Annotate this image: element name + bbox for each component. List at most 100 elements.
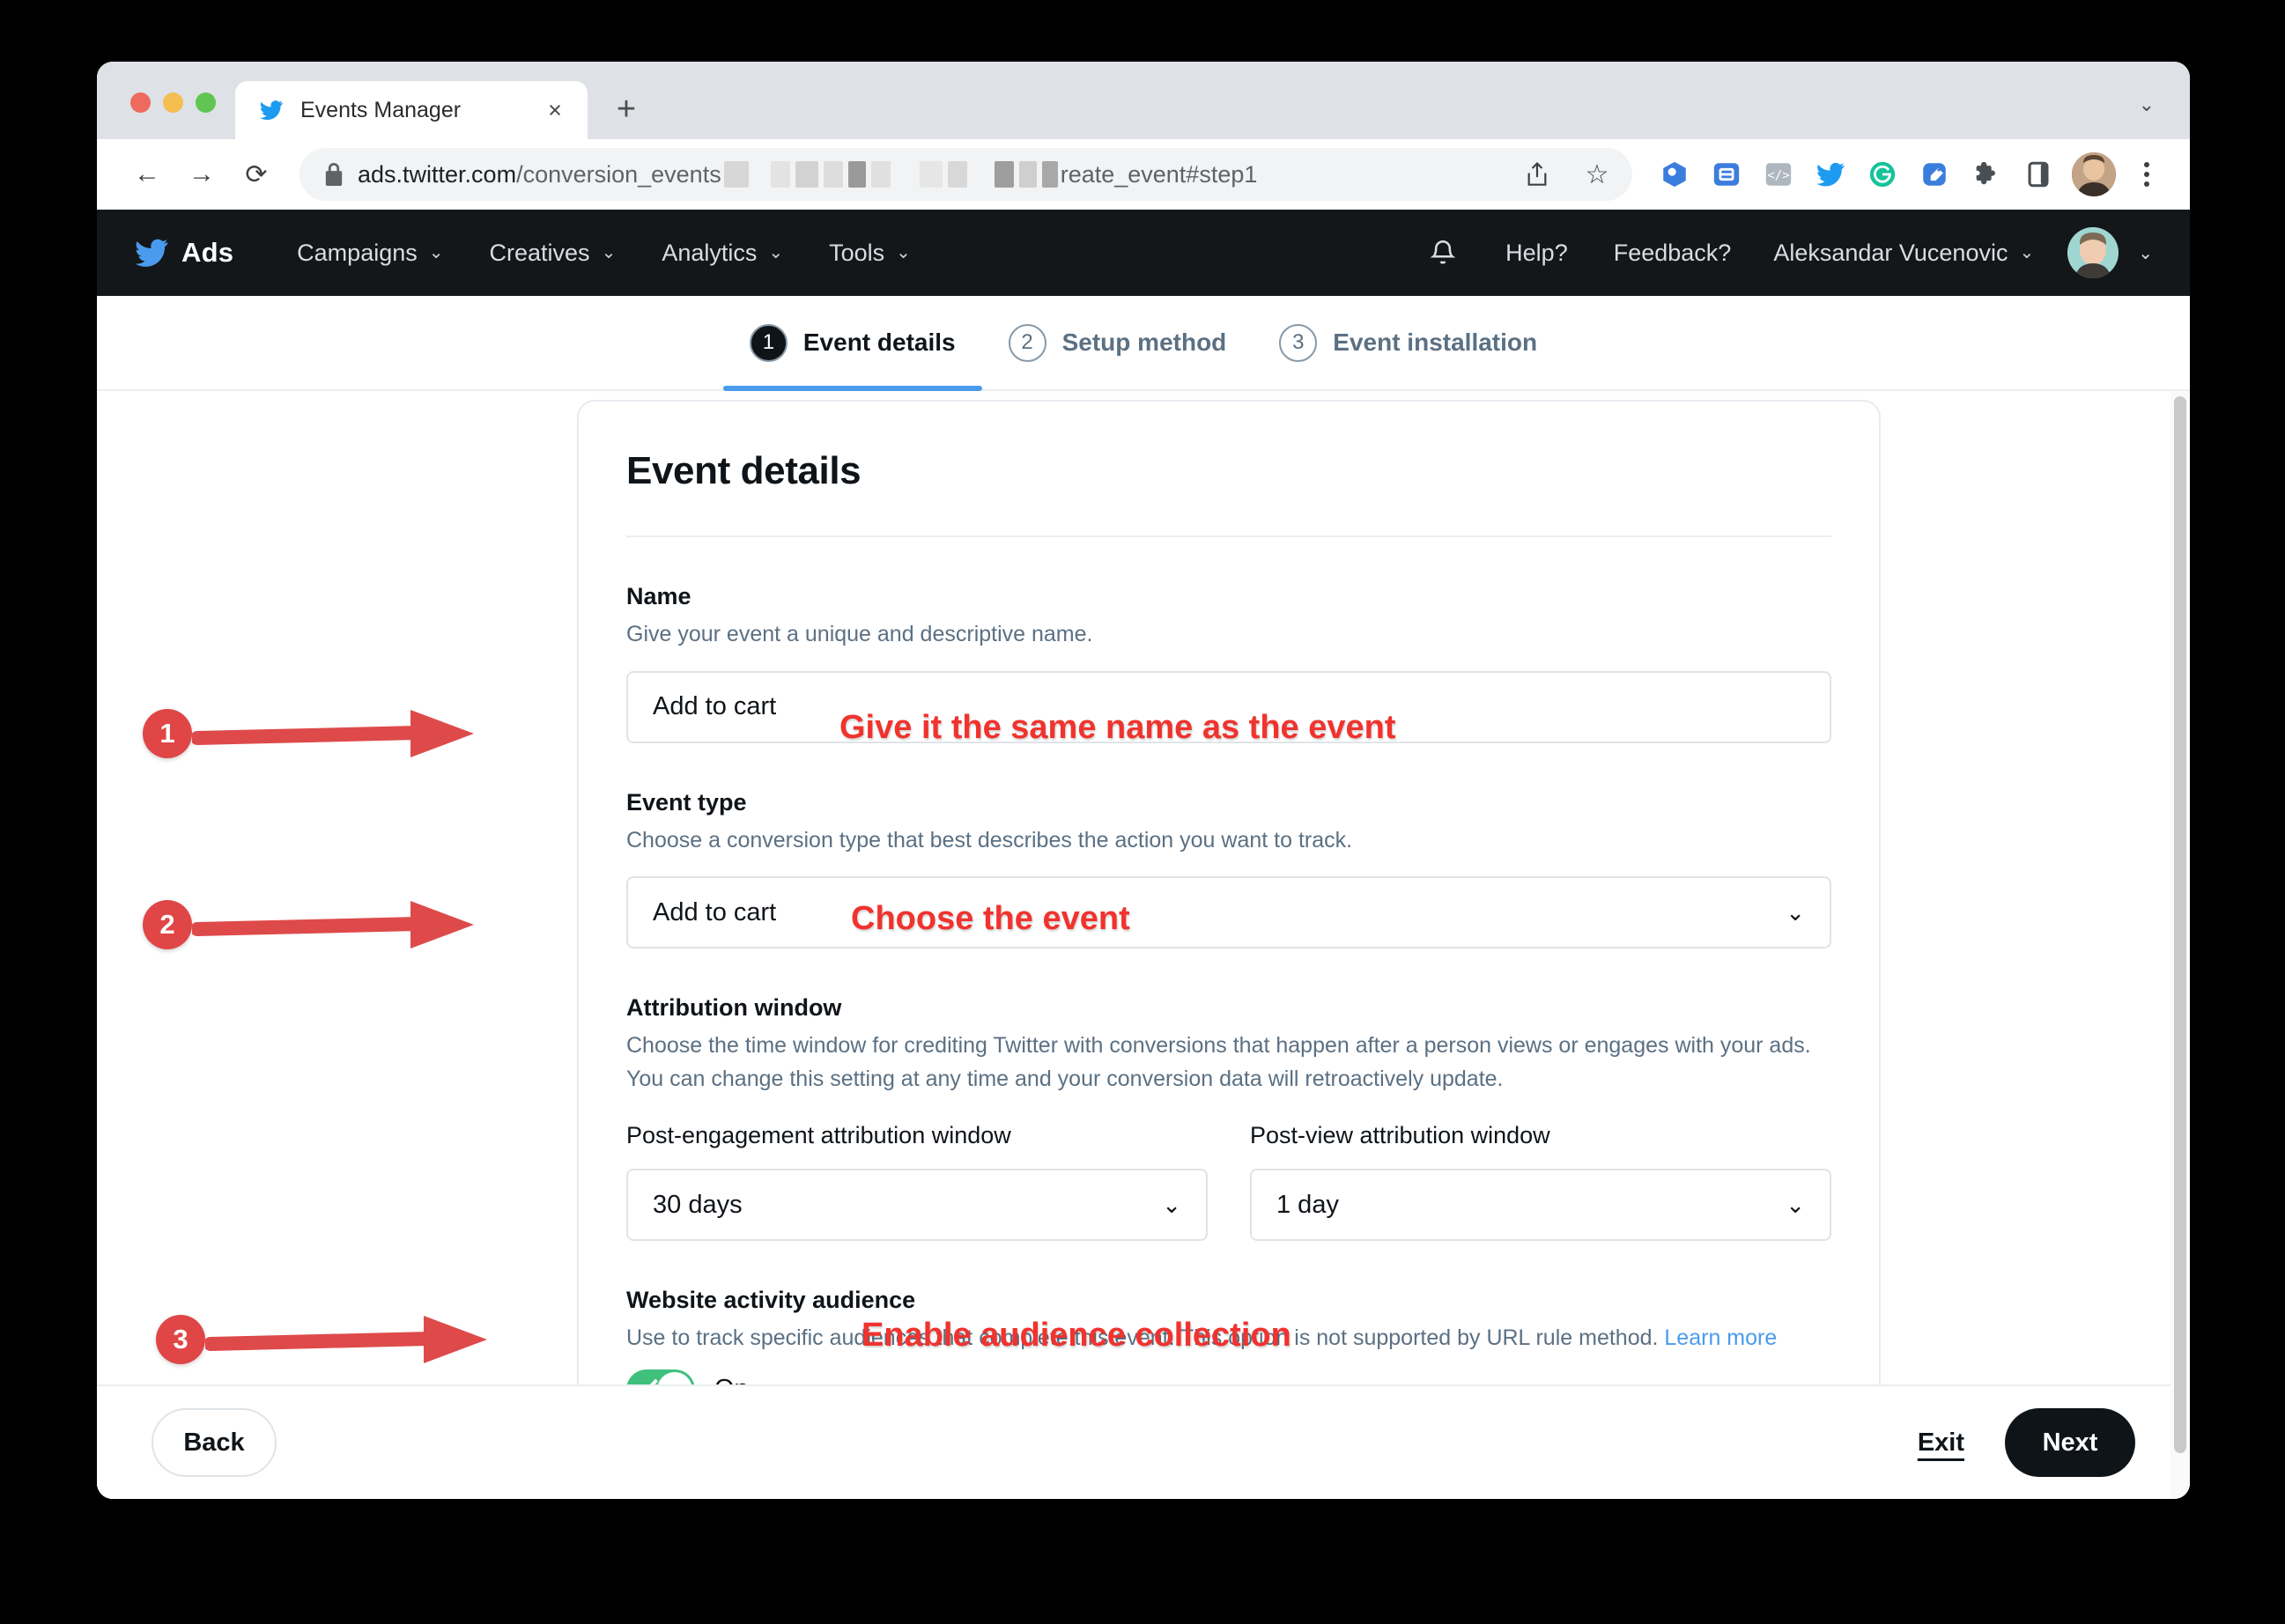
chevron-down-icon: ⌄ <box>601 243 617 262</box>
redacted-url-segment <box>1018 161 1037 188</box>
reload-button[interactable]: ⟳ <box>231 149 282 200</box>
audience-help-text: Use to track specific audiences that com… <box>626 1322 1831 1355</box>
post-view-value: 1 day <box>1276 1190 1339 1219</box>
chevron-down-icon: ⌄ <box>428 243 444 262</box>
nav-item-campaigns-label: Campaigns <box>297 239 418 266</box>
divider <box>626 535 1831 537</box>
post-engagement-select[interactable]: 30 days ⌄ <box>626 1169 1208 1241</box>
next-button[interactable]: Next <box>2005 1408 2135 1477</box>
lock-icon <box>324 163 344 186</box>
attribution-help-text: Choose the time window for crediting Twi… <box>626 1033 1811 1091</box>
extensions-area: </> <box>1652 151 2061 197</box>
redacted-url-segment <box>919 161 943 188</box>
nav-item-analytics-label: Analytics <box>662 239 758 266</box>
puzzle-extensions-icon[interactable] <box>1963 151 2009 197</box>
event-type-select[interactable]: Add to cart ⌄ <box>626 876 1831 949</box>
name-input[interactable]: Add to cart <box>626 670 1831 743</box>
twitter-bird-icon <box>258 97 285 123</box>
kebab-menu-icon[interactable] <box>2126 151 2167 198</box>
close-window-button[interactable] <box>130 92 151 113</box>
browser-profile-avatar[interactable] <box>2072 152 2116 196</box>
step-label-event-installation: Event installation <box>1333 328 1538 356</box>
name-input-value: Add to cart <box>653 692 777 720</box>
tab-title: Events Manager <box>300 97 462 122</box>
ads-logo[interactable]: Ads <box>134 235 233 270</box>
url-path-last: reate_event#step1 <box>1060 160 1258 188</box>
content-area: Event details Name Give your event a uni… <box>97 391 2190 1499</box>
field-attribution-window: Attribution window Choose the time windo… <box>626 994 1831 1241</box>
grammarly-icon[interactable] <box>1860 151 1905 197</box>
ads-brand-label: Ads <box>181 237 234 268</box>
avatar-chevron-down-icon[interactable]: ⌄ <box>2138 242 2153 264</box>
browser-tab-strip: Events Manager × + ⌄ <box>97 62 2190 139</box>
feedback-link[interactable]: Feedback? <box>1591 231 1755 276</box>
event-type-help-text: Choose a conversion type that best descr… <box>626 827 1353 853</box>
redacted-url-segment <box>770 161 790 188</box>
post-view-col: Post-view attribution window 1 day ⌄ <box>1250 1122 1831 1241</box>
ads-main-menu: Campaigns ⌄ Creatives ⌄ Analytics ⌄ Tool… <box>274 231 934 276</box>
page-title: Event details <box>626 449 861 492</box>
new-tab-button[interactable]: + <box>602 85 651 134</box>
tab-setup-method[interactable]: 2 Setup method <box>982 296 1253 389</box>
share-icon[interactable] <box>1514 151 1560 197</box>
avatar[interactable] <box>2067 227 2119 278</box>
window-traffic-lights <box>97 92 235 139</box>
bookmark-star-icon[interactable]: ☆ <box>1574 151 1620 197</box>
post-view-label: Post-view attribution window <box>1250 1122 1550 1148</box>
url-domain: ads.twitter.com <box>358 160 517 188</box>
maximize-window-button[interactable] <box>196 92 216 113</box>
nav-item-campaigns[interactable]: Campaigns ⌄ <box>274 231 466 276</box>
forward-button[interactable]: → <box>176 149 227 200</box>
code-inspector-icon[interactable]: </> <box>1756 151 1801 197</box>
post-engagement-value: 30 days <box>653 1190 743 1219</box>
scrollbar-thumb[interactable] <box>2174 396 2186 1453</box>
redacted-url-segment <box>1041 161 1058 188</box>
back-button[interactable]: ← <box>122 149 173 200</box>
redacted-url-segment <box>795 161 818 188</box>
nav-item-creatives[interactable]: Creatives ⌄ <box>467 231 640 276</box>
address-bar[interactable]: ads.twitter.com/conversion_events reate_e… <box>299 148 1632 201</box>
tab-search-chevron-down-icon[interactable]: ⌄ <box>2139 93 2155 116</box>
step-number-3: 3 <box>1279 323 1318 362</box>
post-view-select[interactable]: 1 day ⌄ <box>1250 1169 1831 1241</box>
redacted-url-segment <box>847 161 866 188</box>
account-switcher[interactable]: Aleksandar Vucenovic ⌄ <box>1754 231 2053 276</box>
minimize-window-button[interactable] <box>163 92 183 113</box>
help-link[interactable]: Help? <box>1483 231 1591 276</box>
tag-badge-icon[interactable] <box>1912 151 1957 197</box>
learn-more-link[interactable]: Learn more <box>1664 1325 1777 1350</box>
nav-item-analytics[interactable]: Analytics ⌄ <box>639 231 806 276</box>
exit-link[interactable]: Exit <box>1918 1428 1964 1458</box>
nav-item-creatives-label: Creatives <box>489 239 590 266</box>
browser-tab[interactable]: Events Manager × <box>235 81 588 139</box>
sidepanel-icon[interactable] <box>2015 151 2061 197</box>
google-tag-assistant-icon[interactable] <box>1652 151 1697 197</box>
back-button[interactable]: Back <box>152 1408 277 1477</box>
step-number-2: 2 <box>1008 323 1046 362</box>
account-name-label: Aleksandar Vucenovic <box>1773 239 2008 266</box>
event-type-value: Add to cart <box>653 897 777 926</box>
redacted-url-segment <box>723 161 749 188</box>
notifications-bell-icon[interactable] <box>1403 238 1483 268</box>
page-scrollbar[interactable] <box>2170 391 2190 1499</box>
step-number-1: 1 <box>749 323 788 362</box>
browser-toolbar: ← → ⟳ ads.twitter.com/conversion_events r… <box>97 139 2190 210</box>
nav-item-tools-label: Tools <box>829 239 885 266</box>
chevron-down-icon: ⌄ <box>1786 898 1805 926</box>
post-engagement-col: Post-engagement attribution window 30 da… <box>626 1122 1208 1241</box>
close-tab-button[interactable]: × <box>540 95 570 125</box>
svg-text:</>: </> <box>1767 169 1790 183</box>
ads-nav-right: Help? Feedback? Aleksandar Vucenovic ⌄ ⌄ <box>1403 227 2153 278</box>
attribution-selects-row: Post-engagement attribution window 30 da… <box>626 1122 1831 1241</box>
tag-manager-icon[interactable] <box>1704 151 1749 197</box>
browser-window: Events Manager × + ⌄ ← → ⟳ ads.twitter.c… <box>97 62 2190 1499</box>
page-viewport: Ads Campaigns ⌄ Creatives ⌄ Analytics ⌄ … <box>97 210 2190 1499</box>
twitter-icon[interactable] <box>1808 151 1853 197</box>
audience-label: Website activity audience <box>626 1287 916 1313</box>
redacted-url-segment <box>870 161 891 188</box>
step-label-event-details: Event details <box>802 328 956 356</box>
tab-event-details[interactable]: 1 Event details <box>722 296 982 391</box>
field-event-type: Event type Choose a conversion type that… <box>626 789 1831 949</box>
nav-item-tools[interactable]: Tools ⌄ <box>806 231 934 276</box>
tab-event-installation[interactable]: 3 Event installation <box>1253 296 1564 389</box>
